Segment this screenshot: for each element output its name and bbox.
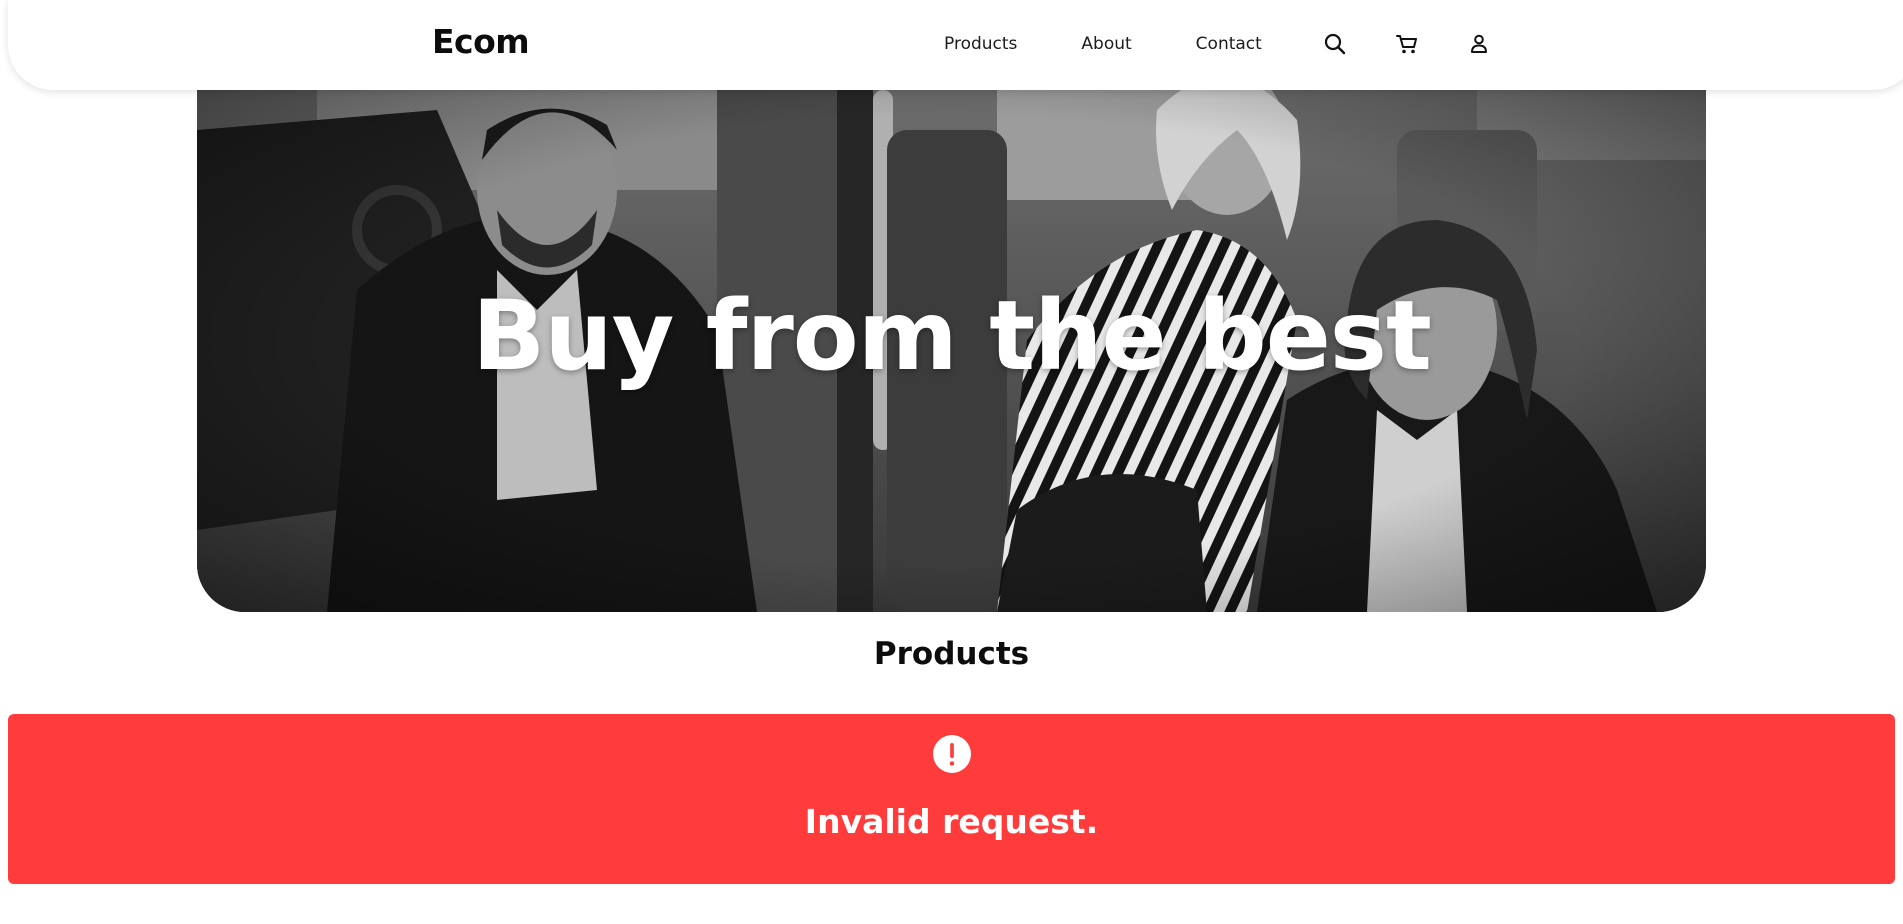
nav-links: Products About Contact <box>944 34 1326 54</box>
user-icon[interactable] <box>1466 31 1492 57</box>
error-alert: Invalid request. <box>8 714 1895 884</box>
products-section-title: Products <box>873 636 1030 672</box>
exclamation-circle-icon <box>932 734 972 774</box>
hero-banner: Buy from the best <box>197 70 1706 612</box>
cart-icon[interactable] <box>1394 31 1420 57</box>
nav-link-contact[interactable]: Contact <box>1196 34 1262 54</box>
hero-title: Buy from the best <box>472 280 1432 392</box>
nav-link-products[interactable]: Products <box>944 34 1017 54</box>
search-icon[interactable] <box>1322 31 1348 57</box>
brand-logo[interactable]: Ecom <box>432 22 530 61</box>
navbar: Ecom Products About Contact <box>8 0 1903 90</box>
nav-link-about[interactable]: About <box>1081 34 1131 54</box>
error-message: Invalid request. <box>804 802 1099 841</box>
